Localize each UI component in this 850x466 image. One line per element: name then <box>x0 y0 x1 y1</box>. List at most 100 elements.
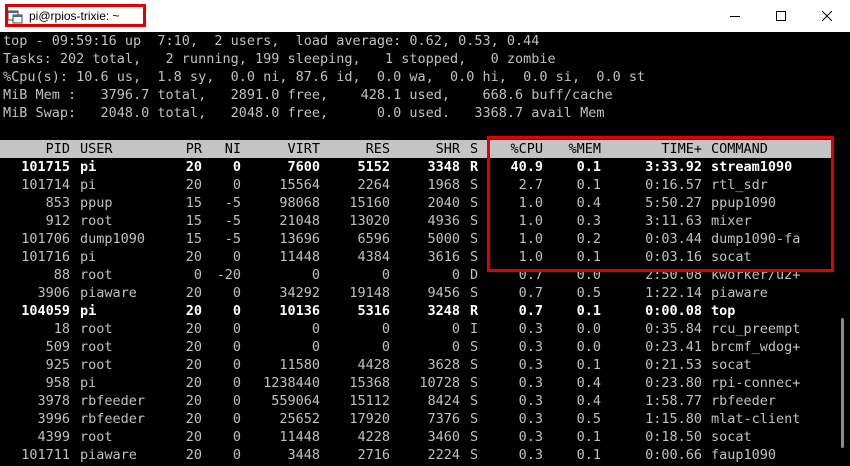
header-virt-col: VIRT <box>287 141 320 157</box>
cell-state-col: S <box>470 213 479 229</box>
table-row: 104059 pi 20 0 10136 5316 3248 R 0.7 0.1 0:00.08 to… <box>0 302 832 320</box>
cell-virt-col: 98068 <box>279 195 320 211</box>
cell-pr-col: 20 <box>185 285 202 301</box>
cell-pid-col: 101714 <box>21 177 70 193</box>
cell-shr-col: 3628 <box>427 357 460 373</box>
cell-state-col: S <box>470 447 479 463</box>
header-pid-col: PID <box>45 141 70 157</box>
maximize-button[interactable] <box>758 0 804 32</box>
cell-ni-col: 0 <box>232 393 241 409</box>
cell-user-col: rbfeeder <box>80 411 146 427</box>
cell-command-col: socat <box>711 429 752 445</box>
cell-ni-col: -5 <box>224 231 241 247</box>
minimize-button[interactable] <box>712 0 758 32</box>
cell-pid-col: 3996 <box>37 411 70 427</box>
scrollbar-thumb[interactable] <box>841 318 844 448</box>
cell-mem-col: 0.0 <box>576 321 601 337</box>
cell-pr-col: 20 <box>185 447 202 463</box>
cell-virt-col: 13696 <box>279 231 320 247</box>
cell-pid-col: 101711 <box>21 447 70 463</box>
cell-shr-col: 1968 <box>427 177 460 193</box>
cell-mem-col: 0.1 <box>576 447 601 463</box>
cell-time-col: 0:23.41 <box>645 339 702 355</box>
cell-res-col: 19148 <box>349 285 390 301</box>
cell-user-col: pi <box>80 177 97 193</box>
cell-mem-col: 0.1 <box>576 429 601 445</box>
table-row: 509 root 20 0 0 0 0 S 0.3 0.0 0:23.41 brcmf_wdog+ <box>0 338 832 356</box>
cell-virt-col: 7600 <box>287 159 320 175</box>
cell-res-col: 0 <box>381 321 390 337</box>
cell-user-col: dump1090 <box>80 231 146 247</box>
cell-cpu-col: 0.3 <box>518 447 543 463</box>
cell-pr-col: 20 <box>185 357 202 373</box>
cell-user-col: pi <box>80 375 97 391</box>
cell-command-col: socat <box>711 357 752 373</box>
cell-pid-col: 958 <box>45 375 70 391</box>
table-row: 3978 rbfeeder 20 0 559064 15112 8424 S 0.3 0.4 1:5… <box>0 392 832 410</box>
cell-virt-col: 0 <box>311 339 320 355</box>
cell-shr-col: 0 <box>451 267 460 283</box>
cell-pr-col: 20 <box>185 321 202 337</box>
cell-res-col: 0 <box>381 267 390 283</box>
cell-state-col: S <box>470 195 479 211</box>
cell-virt-col: 25652 <box>279 411 320 427</box>
cell-mem-col: 0.1 <box>576 303 601 319</box>
cell-time-col: 0:23.80 <box>645 375 702 391</box>
cell-res-col: 0 <box>381 339 390 355</box>
cell-shr-col: 8424 <box>427 393 460 409</box>
cell-command-col: faup1090 <box>711 447 777 463</box>
cell-res-col: 15160 <box>349 195 390 211</box>
cell-shr-col: 7376 <box>427 411 460 427</box>
cell-mem-col: 0.5 <box>576 411 601 427</box>
table-row: 3996 rbfeeder 20 0 25652 17920 7376 S 0.3 0.5 1:15… <box>0 410 832 428</box>
cell-res-col: 4384 <box>357 249 390 265</box>
cell-res-col: 4428 <box>357 357 390 373</box>
cell-time-col: 1:58.77 <box>645 393 702 409</box>
cell-state-col: R <box>470 159 479 175</box>
cell-command-col: top <box>711 303 736 319</box>
cell-ni-col: 0 <box>232 447 241 463</box>
cell-pid-col: 101706 <box>21 231 70 247</box>
cell-cpu-col: 0.7 <box>518 285 543 301</box>
cell-pr-col: 20 <box>185 177 202 193</box>
cell-ni-col: 0 <box>232 159 241 175</box>
cell-shr-col: 2040 <box>427 195 460 211</box>
cell-virt-col: 559064 <box>271 393 320 409</box>
close-button[interactable] <box>804 0 850 32</box>
cell-shr-col: 4936 <box>427 213 460 229</box>
cell-ni-col: 0 <box>232 375 241 391</box>
cell-virt-col: 21048 <box>279 213 320 229</box>
cell-user-col: root <box>80 321 113 337</box>
table-row: 925 root 20 0 11580 4428 3628 S 0.3 0.1 0:21.53 soc… <box>0 356 832 374</box>
cell-ni-col: 0 <box>232 303 241 319</box>
cell-virt-col: 15564 <box>279 177 320 193</box>
cell-ni-col: -5 <box>224 213 241 229</box>
cell-pid-col: 88 <box>53 267 70 283</box>
cell-pr-col: 15 <box>185 231 202 247</box>
table-row: 101711 piaware 20 0 3448 2716 2224 S 0.3 0.1 0:00.… <box>0 446 832 464</box>
header-user-col: USER <box>80 141 113 157</box>
cell-pid-col: 853 <box>45 195 70 211</box>
cell-user-col: root <box>80 357 113 373</box>
cell-command-col: mlat-client <box>711 411 801 427</box>
cell-pr-col: 20 <box>185 249 202 265</box>
cell-shr-col: 10728 <box>419 375 460 391</box>
cell-shr-col: 3460 <box>427 429 460 445</box>
cell-ni-col: 0 <box>232 339 241 355</box>
summary-line-mem: MiB Mem : 3796.7 total, 2891.0 free, 428… <box>3 87 613 103</box>
cell-cpu-col: 0.3 <box>518 375 543 391</box>
cell-state-col: S <box>470 393 479 409</box>
minimize-icon <box>730 16 740 17</box>
terminal-scrollbar[interactable] <box>836 32 850 466</box>
cell-ni-col: 0 <box>232 357 241 373</box>
cell-state-col: S <box>470 429 479 445</box>
cell-ni-col: 0 <box>232 177 241 193</box>
cell-mem-col: 0.4 <box>576 375 601 391</box>
cell-user-col: root <box>80 267 113 283</box>
cell-res-col: 17920 <box>349 411 390 427</box>
cell-state-col: S <box>470 231 479 247</box>
cell-shr-col: 2224 <box>427 447 460 463</box>
table-row: 958 pi 20 0 1238440 15368 10728 S 0.3 0.4 0:23.80 r… <box>0 374 832 392</box>
cell-user-col: pi <box>80 249 97 265</box>
header-state-col: S <box>470 141 479 157</box>
